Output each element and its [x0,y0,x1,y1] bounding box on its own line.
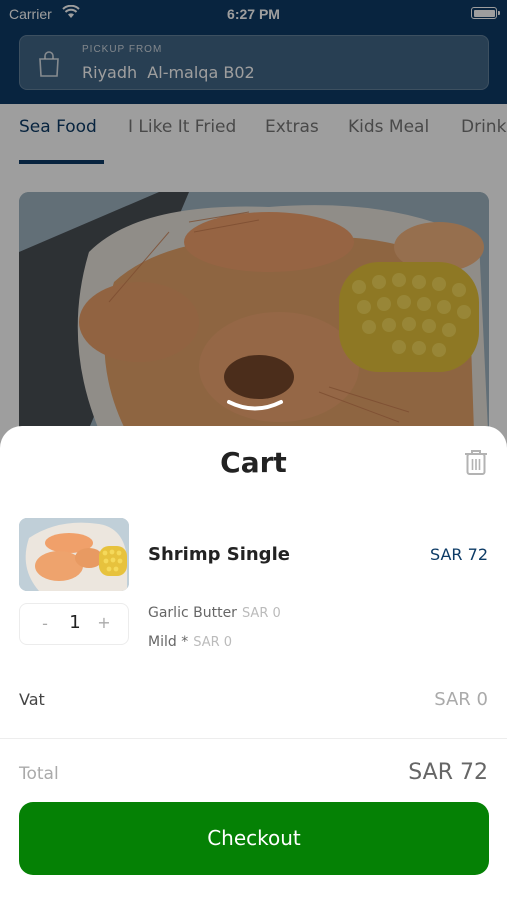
total-label: Total [19,764,59,784]
cart-item-name: Shrimp Single [148,544,290,565]
divider [0,738,507,739]
modifier-name: Mild * [148,634,189,650]
total-value: SAR 72 [408,760,488,785]
cart-sheet: Cart Shrimp Single SAR 72 - 1 + Garlic B… [0,426,507,900]
trash-icon[interactable] [463,448,489,480]
modifier-row: Garlic Butter SAR 0 [148,605,281,621]
quantity-value: 1 [69,612,81,633]
vat-value: SAR 0 [434,689,488,710]
chevron-down-icon[interactable] [226,398,284,417]
modifier-price: SAR 0 [241,606,281,621]
quantity-stepper: - 1 + [19,603,129,645]
modifier-name: Garlic Butter [148,605,237,621]
decrement-button[interactable]: - [30,614,60,633]
modifier-row: Mild * SAR 0 [148,634,232,650]
checkout-button[interactable]: Checkout [19,802,489,875]
cart-title: Cart [220,446,287,479]
modifier-price: SAR 0 [193,635,233,650]
vat-label: Vat [19,690,45,709]
cart-item-image [19,518,129,591]
increment-button[interactable]: + [89,613,119,632]
cart-item-price: SAR 72 [430,545,488,564]
